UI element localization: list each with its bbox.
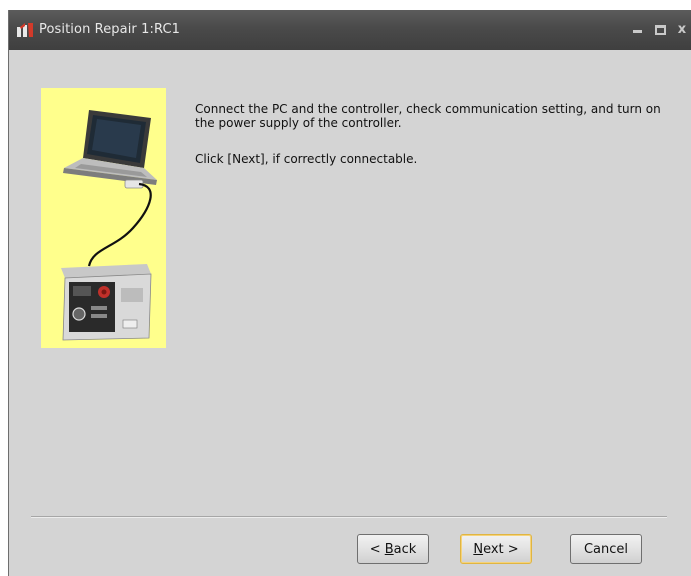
- cancel-button[interactable]: Cancel: [570, 534, 642, 564]
- instruction-text: Connect the PC and the controller, check…: [195, 102, 661, 130]
- laptop-controller-image: [61, 110, 157, 341]
- maximize-button[interactable]: [652, 20, 668, 40]
- maximize-icon: [654, 25, 666, 35]
- cancel-button-label: Cancel: [583, 541, 629, 557]
- minimize-button[interactable]: [629, 20, 645, 40]
- next-button[interactable]: Next >: [460, 534, 532, 564]
- close-button[interactable]: x: [674, 20, 690, 40]
- next-button-mnemonic: N: [473, 541, 484, 557]
- back-button-prefix: <: [369, 541, 385, 557]
- next-button-label: ext >: [483, 541, 519, 557]
- wizard-window: Position Repair 1:RC1 x Connect the PC a…: [8, 10, 691, 576]
- close-icon: x: [677, 22, 687, 37]
- app-icon: [17, 23, 33, 37]
- connection-illustration: [41, 88, 166, 348]
- back-button-mnemonic: B: [384, 541, 394, 557]
- back-button[interactable]: < Back: [357, 534, 429, 564]
- title-bar[interactable]: Position Repair 1:RC1 x: [9, 10, 691, 50]
- window-title: Position Repair 1:RC1: [39, 22, 180, 37]
- next-hint-text: Click [Next], if correctly connectable.: [195, 152, 418, 166]
- button-separator: [31, 516, 667, 518]
- back-button-label: ack: [393, 541, 417, 557]
- minimize-icon: [632, 30, 642, 33]
